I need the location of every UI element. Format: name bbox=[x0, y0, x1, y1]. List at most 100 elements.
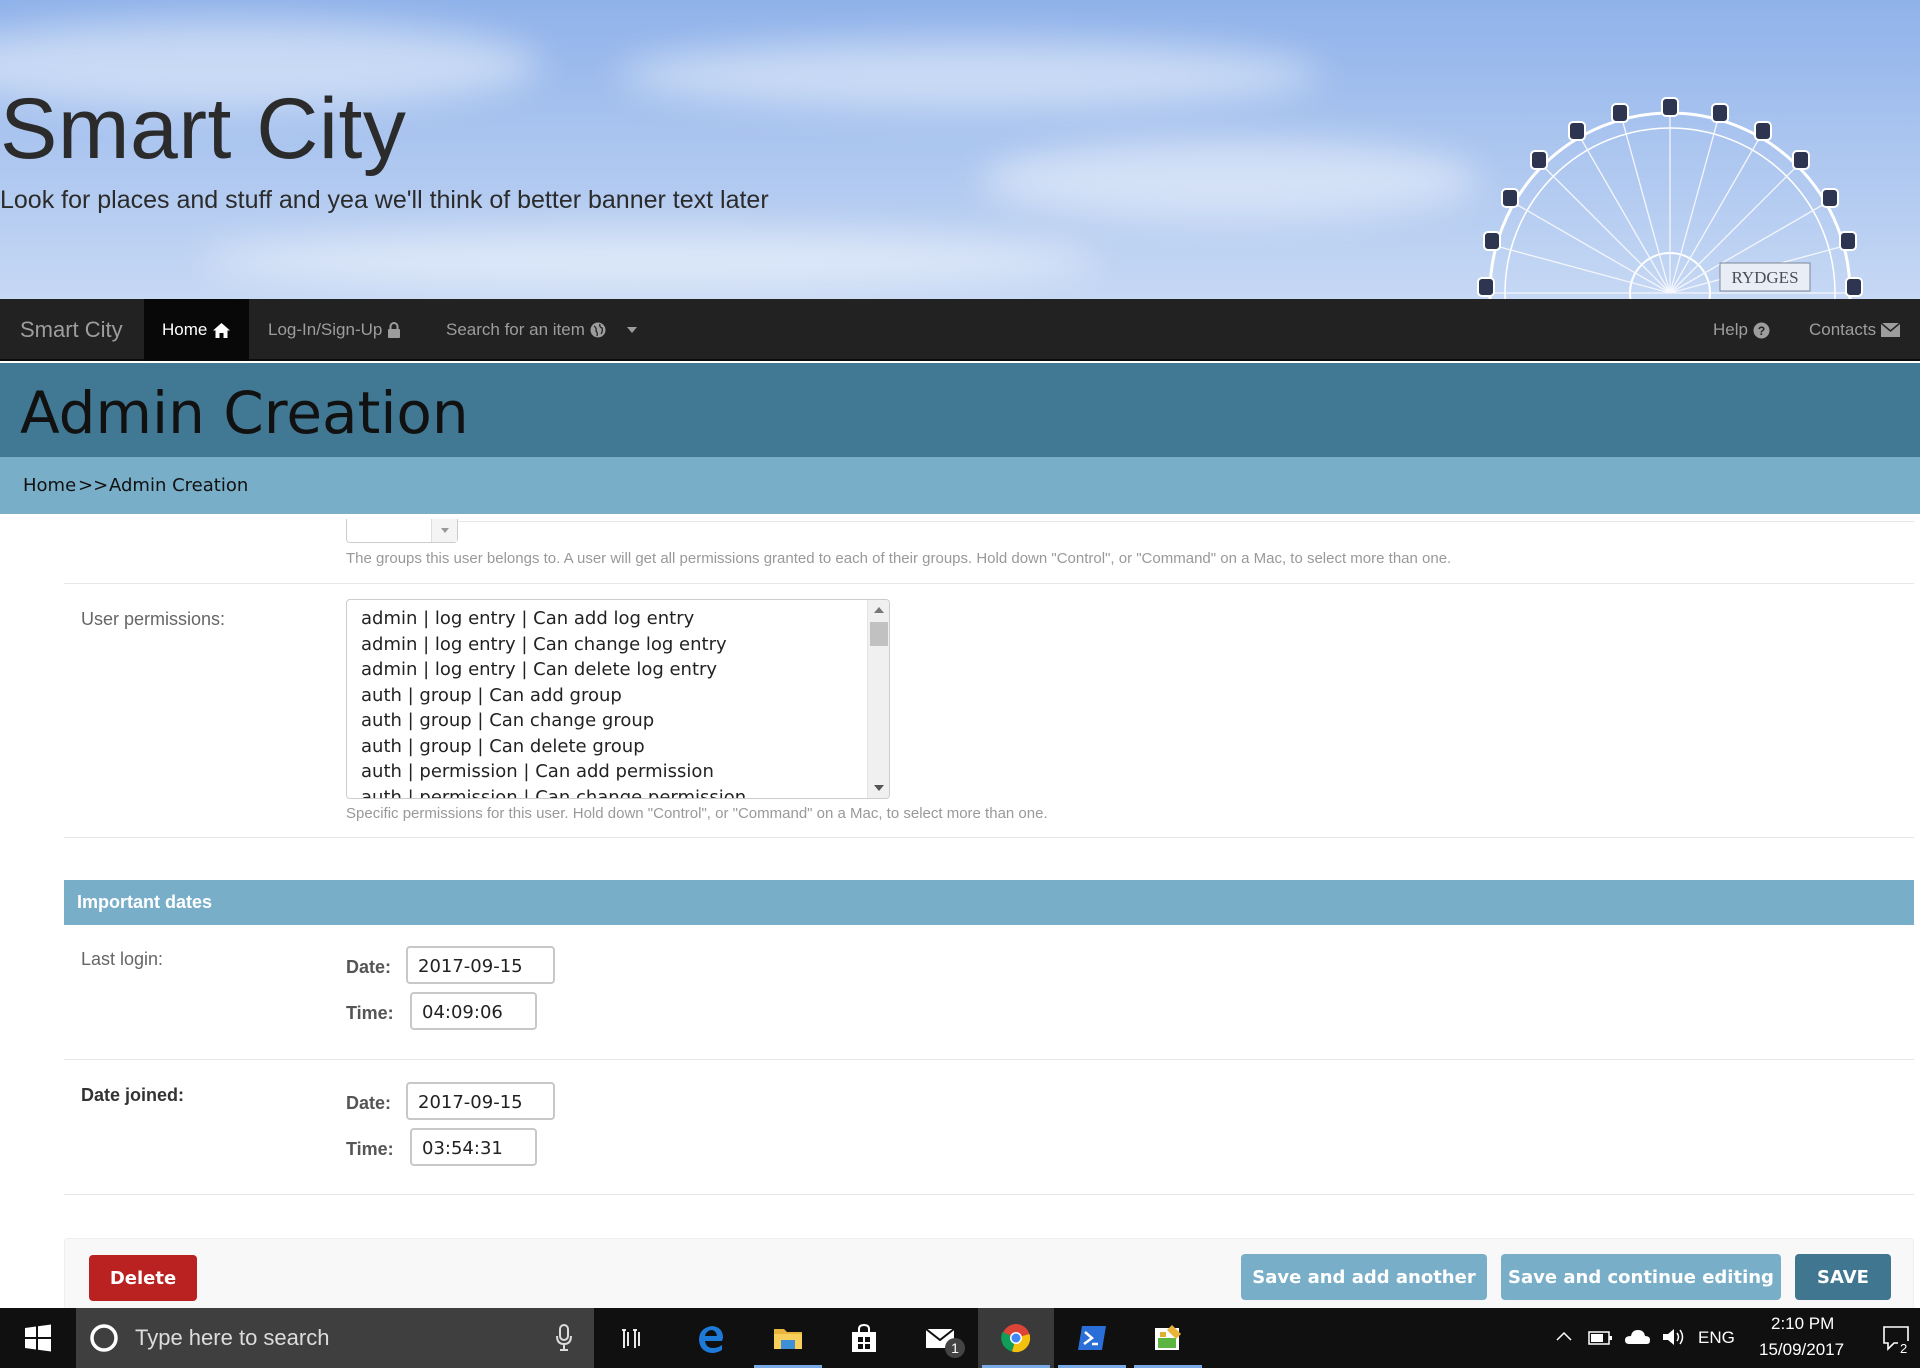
last-login-date-input[interactable]: 2017-09-15 bbox=[406, 946, 555, 984]
taskbar-search-placeholder: Type here to search bbox=[135, 1325, 330, 1350]
language-indicator[interactable]: ENG bbox=[1698, 1328, 1735, 1348]
task-view-icon bbox=[622, 1329, 640, 1348]
permission-option[interactable]: auth | permission | Can add permission bbox=[361, 759, 861, 785]
save-and-continue-button[interactable]: Save and continue editing bbox=[1501, 1254, 1781, 1300]
onedrive-cloud-icon[interactable] bbox=[1623, 1326, 1651, 1346]
breadcrumb-separator: >> bbox=[78, 475, 109, 496]
permissions-list: admin | log entry | Can add log entry ad… bbox=[361, 606, 861, 799]
divider bbox=[64, 583, 1914, 584]
paint-icon bbox=[1155, 1325, 1181, 1350]
page-heading-bar: Admin Creation bbox=[0, 363, 1920, 457]
user-permissions-label: User permissions: bbox=[81, 609, 226, 629]
globe-icon bbox=[590, 322, 606, 338]
battery-icon[interactable] bbox=[1588, 1328, 1614, 1346]
clock-date[interactable]: 15/09/2017 bbox=[1759, 1340, 1844, 1360]
cortana-icon bbox=[90, 1324, 118, 1352]
banner-subtitle: Look for places and stuff and yea we'll … bbox=[0, 186, 769, 214]
chrome-app[interactable] bbox=[978, 1308, 1054, 1368]
groups-select[interactable] bbox=[346, 519, 458, 543]
rydges-sign-text: RYDGES bbox=[1731, 268, 1798, 287]
windows-taskbar: Type here to search 1 ENG 2:10 PM 15/09/… bbox=[0, 1308, 1920, 1368]
divider bbox=[346, 521, 1914, 522]
breadcrumb: Home >> Admin Creation bbox=[0, 457, 1920, 514]
powershell-app[interactable] bbox=[1054, 1308, 1130, 1368]
svg-text:?: ? bbox=[1758, 324, 1765, 338]
top-navbar: Smart City Home Log-In/Sign-Up Search fo… bbox=[0, 299, 1920, 361]
important-dates-header: Important dates bbox=[64, 880, 1914, 925]
banner-title: Smart City bbox=[0, 81, 407, 177]
navbar-brand[interactable]: Smart City bbox=[20, 299, 123, 361]
start-button[interactable] bbox=[0, 1308, 76, 1368]
nav-contacts-label: Contacts bbox=[1809, 320, 1877, 339]
nav-help-label: Help bbox=[1713, 320, 1748, 339]
notification-count: 2 bbox=[1898, 1341, 1910, 1356]
nav-help-link[interactable]: Help ? bbox=[1713, 299, 1770, 361]
edge-app[interactable] bbox=[673, 1308, 749, 1368]
divider bbox=[64, 1059, 1914, 1060]
edge-browser-icon bbox=[699, 1326, 723, 1353]
clock-time[interactable]: 2:10 PM bbox=[1771, 1314, 1834, 1334]
nav-home-link[interactable]: Home bbox=[144, 299, 250, 361]
permission-option[interactable]: auth | group | Can add group bbox=[361, 683, 861, 709]
envelope-icon bbox=[1881, 323, 1901, 337]
nav-home-label: Home bbox=[162, 320, 208, 339]
chrome-icon bbox=[1001, 1324, 1031, 1353]
date-joined-label: Date joined: bbox=[81, 1085, 185, 1105]
permission-option[interactable]: auth | group | Can change group bbox=[361, 708, 861, 734]
mail-app[interactable]: 1 bbox=[902, 1308, 978, 1368]
save-and-add-another-button[interactable]: Save and add another bbox=[1241, 1254, 1487, 1300]
save-button[interactable]: SAVE bbox=[1795, 1254, 1891, 1300]
last-login-label: Last login: bbox=[81, 949, 164, 969]
nav-search-label: Search for an item bbox=[446, 320, 585, 339]
nav-search-dropdown[interactable]: Search for an item bbox=[446, 299, 637, 361]
page-title: Admin Creation bbox=[20, 379, 469, 447]
last-login-time-label: Time: bbox=[346, 1003, 394, 1023]
scroll-up-arrow-icon[interactable] bbox=[874, 607, 884, 613]
store-app[interactable] bbox=[826, 1308, 902, 1368]
windows-logo-icon bbox=[25, 1324, 51, 1352]
date-joined-date-input[interactable]: 2017-09-15 bbox=[406, 1082, 555, 1120]
task-view-button[interactable] bbox=[594, 1308, 670, 1368]
store-bag-icon bbox=[852, 1323, 876, 1352]
hero-banner: Smart City Look for places and stuff and… bbox=[0, 0, 1920, 299]
divider bbox=[64, 837, 1914, 838]
last-login-time-input[interactable]: 04:09:06 bbox=[410, 992, 537, 1030]
powershell-icon bbox=[1078, 1326, 1106, 1350]
caret-down-icon bbox=[626, 327, 637, 333]
home-icon bbox=[212, 322, 231, 339]
breadcrumb-home-link[interactable]: Home bbox=[23, 475, 76, 496]
last-login-date-label: Date: bbox=[346, 957, 392, 977]
groups-help-text: The groups this user belongs to. A user … bbox=[346, 550, 1452, 567]
date-joined-time-input[interactable]: 03:54:31 bbox=[410, 1128, 537, 1166]
lock-icon bbox=[387, 322, 401, 338]
nav-login-link[interactable]: Log-In/Sign-Up bbox=[268, 299, 401, 361]
user-permissions-select[interactable]: admin | log entry | Can add log entry ad… bbox=[346, 599, 890, 799]
microphone-icon[interactable] bbox=[556, 1324, 572, 1352]
nav-login-label: Log-In/Sign-Up bbox=[268, 320, 383, 339]
permission-option[interactable]: admin | log entry | Can change log entry bbox=[361, 632, 861, 658]
chevron-down-icon bbox=[431, 519, 457, 542]
breadcrumb-current: Admin Creation bbox=[109, 475, 249, 496]
permissions-help-text: Specific permissions for this user. Hold… bbox=[346, 805, 1048, 822]
permission-option[interactable]: auth | permission | Can change permissio… bbox=[361, 785, 861, 799]
chevron-up-icon[interactable] bbox=[1556, 1330, 1572, 1342]
taskbar-search-box[interactable]: Type here to search bbox=[76, 1308, 594, 1368]
folder-icon bbox=[774, 1329, 802, 1349]
delete-button[interactable]: Delete bbox=[89, 1255, 197, 1301]
paint-app[interactable] bbox=[1130, 1308, 1206, 1368]
scroll-down-arrow-icon[interactable] bbox=[874, 785, 884, 791]
permission-option[interactable]: admin | log entry | Can add log entry bbox=[361, 606, 861, 632]
nav-contacts-link[interactable]: Contacts bbox=[1809, 299, 1901, 361]
date-joined-time-label: Time: bbox=[346, 1139, 394, 1159]
browser-page: Smart City Look for places and stuff and… bbox=[0, 0, 1920, 1368]
mail-badge: 1 bbox=[945, 1338, 965, 1358]
permission-option[interactable]: auth | group | Can delete group bbox=[361, 734, 861, 760]
ferris-wheel-image: RYDGES bbox=[1477, 97, 1863, 299]
scroll-thumb[interactable] bbox=[870, 622, 888, 646]
permissions-scrollbar[interactable] bbox=[867, 600, 889, 798]
question-circle-icon: ? bbox=[1753, 322, 1770, 339]
volume-icon[interactable] bbox=[1661, 1326, 1687, 1348]
file-explorer-app[interactable] bbox=[750, 1308, 826, 1368]
date-joined-date-label: Date: bbox=[346, 1093, 392, 1113]
permission-option[interactable]: admin | log entry | Can delete log entry bbox=[361, 657, 861, 683]
